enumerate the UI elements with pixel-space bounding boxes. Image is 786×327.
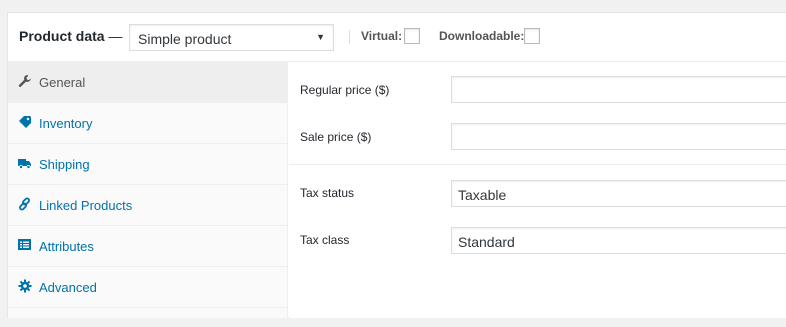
sale-price-input[interactable] [451, 123, 786, 150]
tab-shipping-label: Shipping [39, 157, 90, 172]
product-data-tabs: General Inventory Shipping Linked Produc… [8, 62, 288, 318]
product-data-header: Product data — Simple product ▼ Virtual:… [8, 13, 786, 62]
tab-linked-products[interactable]: Linked Products [8, 185, 288, 226]
tab-general[interactable]: General [8, 62, 288, 103]
tab-attributes[interactable]: Attributes [8, 226, 288, 267]
tab-advanced[interactable]: Advanced [8, 267, 288, 308]
list-icon [18, 238, 32, 252]
tag-icon [18, 115, 32, 129]
virtual-label: Virtual: [361, 29, 403, 43]
product-data-panel: Product data — Simple product ▼ Virtual:… [7, 12, 786, 318]
product-type-select[interactable]: Simple product ▼ [129, 24, 334, 51]
product-data-title: Product data — [19, 28, 122, 44]
regular-price-label: Regular price ($) [300, 83, 390, 97]
truck-icon [18, 156, 32, 170]
title-text: Product data [19, 28, 105, 44]
wrench-icon [18, 74, 32, 88]
tab-linked-products-label: Linked Products [39, 198, 133, 213]
downloadable-label: Downloadable: [439, 29, 525, 43]
tab-attributes-label: Attributes [39, 239, 94, 254]
tab-inventory-label: Inventory [39, 116, 93, 131]
tab-general-label: General [39, 75, 86, 90]
tax-status-label: Tax status [300, 186, 355, 200]
section-divider [289, 164, 786, 165]
general-panel: Regular price ($) Sale price ($) Tax sta… [289, 62, 786, 318]
gear-icon [18, 279, 32, 293]
header-divider [349, 30, 350, 44]
tax-class-select[interactable]: Standard [451, 227, 786, 254]
tab-advanced-label: Advanced [39, 280, 97, 295]
tab-inventory[interactable]: Inventory [8, 103, 288, 144]
downloadable-checkbox[interactable] [524, 28, 540, 44]
tab-shipping[interactable]: Shipping [8, 144, 288, 185]
title-dash: — [108, 28, 123, 44]
dropdown-arrow-icon: ▼ [316, 32, 325, 42]
regular-price-input[interactable] [451, 76, 786, 103]
tax-status-select[interactable]: Taxable [451, 180, 786, 207]
product-type-value: Simple product [138, 31, 232, 47]
virtual-checkbox[interactable] [404, 28, 420, 44]
sale-price-label: Sale price ($) [300, 130, 372, 144]
tax-class-label: Tax class [300, 233, 350, 247]
link-icon [18, 197, 32, 211]
